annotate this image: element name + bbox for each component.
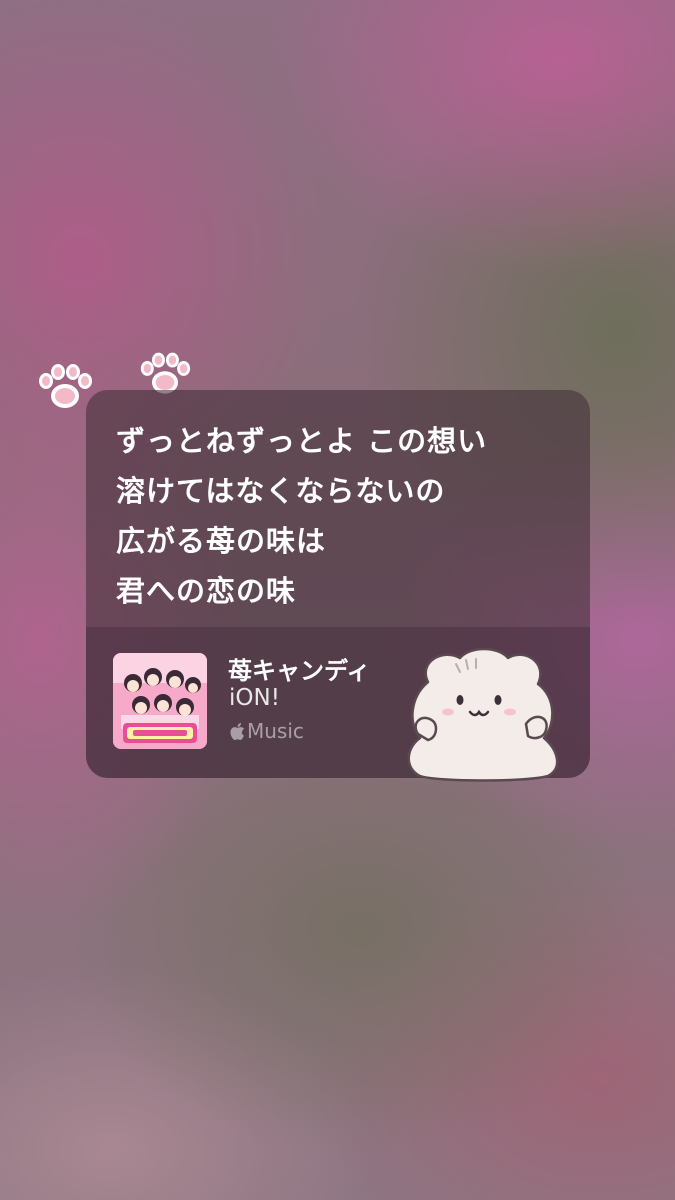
lyric-line-3: 広がる苺の味は — [116, 524, 327, 558]
white-fluffy-cat-sticker — [407, 647, 559, 782]
paw-print-icon — [39, 364, 92, 408]
track-title: 苺キャンディ — [228, 657, 371, 685]
track-artist: iON! — [229, 685, 280, 711]
lyrics-block: ずっとねずっとよ この想い 溶けてはなくならないの 広がる苺の味は 君への恋の味 — [116, 416, 570, 616]
album-artwork[interactable] — [113, 653, 207, 749]
lyric-line-4: 君への恋の味 — [116, 574, 297, 608]
apple-logo-icon — [230, 722, 245, 740]
lyric-line-1: ずっとねずっとよ この想い — [116, 424, 488, 458]
album-artwork-image — [113, 653, 207, 749]
lyric-line-2: 溶けてはなくならないの — [116, 474, 446, 508]
apple-music-badge: Music — [229, 719, 304, 743]
music-label: Music — [247, 719, 304, 743]
